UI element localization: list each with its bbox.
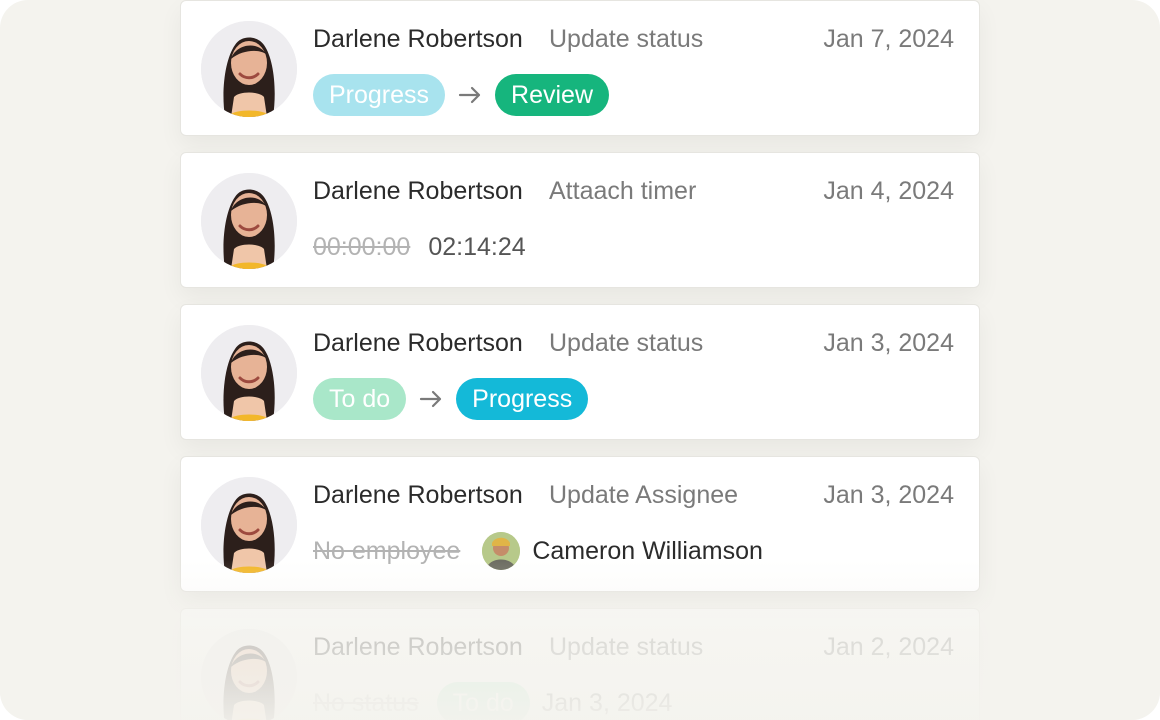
activity-item[interactable]: Darlene Robertson Update status Jan 7, 2… (180, 0, 980, 136)
activity-action: Update Assignee (549, 481, 739, 509)
activity-action: Update status (549, 329, 704, 357)
activity-date: Jan 2, 2024 (823, 633, 954, 661)
status-change: Progress Review (313, 73, 610, 117)
old-status-badge: To do (313, 378, 407, 420)
activity-panel: Darlene Robertson Update status Jan 7, 2… (0, 0, 1160, 720)
new-assignee: Cameron Williamson (532, 536, 763, 565)
user-avatar (201, 629, 297, 720)
arrow-right-icon (420, 390, 442, 408)
user-name: Darlene Robertson (313, 633, 523, 661)
activity-item[interactable]: Darlene Robertson Update status Jan 3, 2… (180, 304, 980, 440)
user-name: Darlene Robertson (313, 329, 523, 357)
new-status-badge: Review (495, 74, 610, 116)
user-name: Darlene Robertson (313, 177, 523, 205)
activity-item[interactable]: Darlene Robertson Update status Jan 2, 2… (180, 608, 980, 720)
activity-action: Attaach timer (549, 177, 697, 205)
new-status-badge: Progress (456, 378, 589, 420)
new-timer-value: 02:14:24 (428, 232, 526, 261)
assignee-avatar (482, 532, 521, 570)
activity-action: Update status (549, 633, 704, 661)
due-date: Jan 3, 2024 (541, 688, 673, 717)
assignee-change: No employee Cameron Williamson (313, 529, 763, 573)
activity-item[interactable]: Darlene Robertson Update Assignee Jan 3,… (180, 456, 980, 592)
user-avatar (201, 477, 297, 573)
status-change: To do Progress (313, 377, 589, 421)
activity-item[interactable]: Darlene Robertson Attaach timer Jan 4, 2… (180, 152, 980, 288)
activity-date: Jan 3, 2024 (823, 329, 954, 357)
status-change: No status To do Jan 3, 2024 (313, 681, 672, 720)
old-status: No status (313, 688, 419, 717)
user-avatar (201, 325, 297, 421)
old-status-badge: Progress (313, 74, 446, 116)
user-name: Darlene Robertson (313, 25, 523, 53)
activity-date: Jan 7, 2024 (823, 25, 954, 53)
activity-date: Jan 3, 2024 (823, 481, 954, 509)
timer-change: 00:00:00 02:14:24 (313, 225, 526, 269)
old-assignee: No employee (313, 536, 461, 565)
user-name: Darlene Robertson (313, 481, 523, 509)
new-status-badge: To do (436, 682, 530, 720)
user-avatar (201, 21, 297, 117)
activity-action: Update status (549, 25, 704, 53)
old-timer-value: 00:00:00 (313, 232, 411, 261)
arrow-right-icon (458, 86, 481, 104)
user-avatar (201, 173, 297, 269)
activity-date: Jan 4, 2024 (823, 177, 954, 205)
